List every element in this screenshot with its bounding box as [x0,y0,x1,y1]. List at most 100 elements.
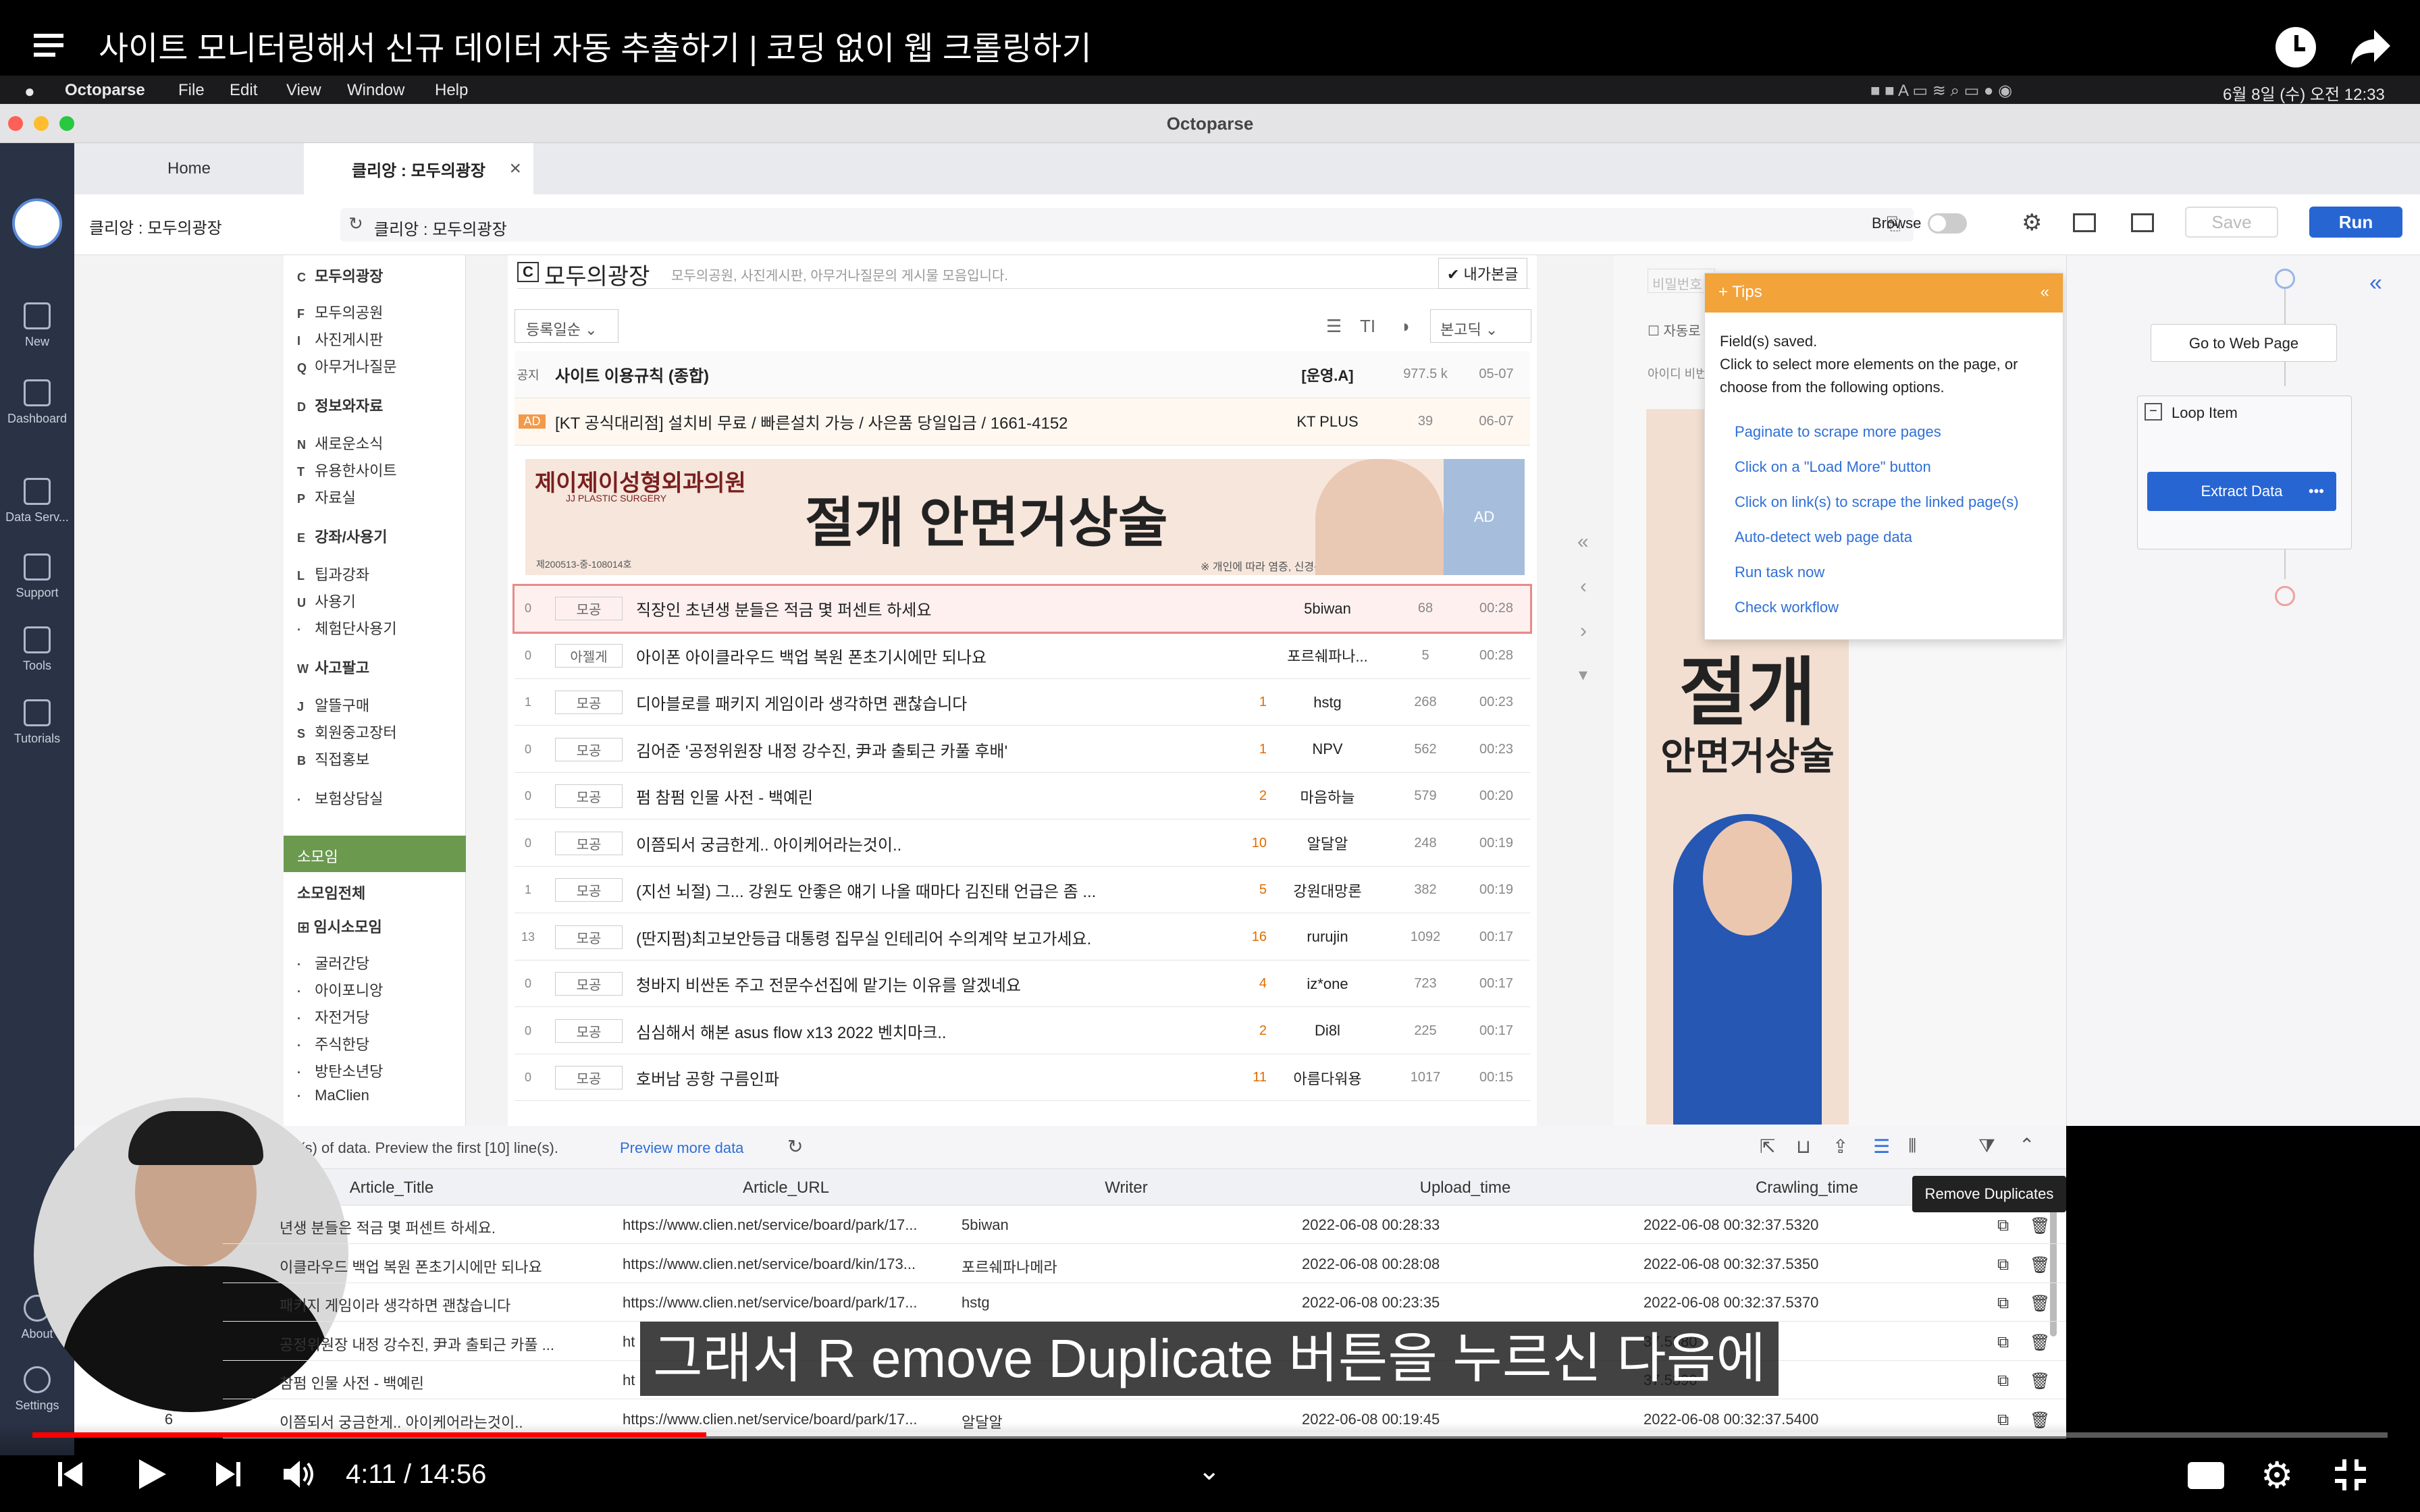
apple-icon[interactable]: ● [24,81,35,102]
menu-window[interactable]: Window [347,81,404,100]
somoim-item[interactable]: · 굴러간당 [297,952,369,973]
ad-title[interactable]: [KT 공식대리점] 설치비 무료 / 빠른설치 가능 / 사은품 당일입금 /… [555,410,1267,433]
site-nav-item[interactable]: C 모두의광장 [297,265,383,286]
minimize-window-button[interactable] [34,116,49,131]
preview-more-link[interactable]: Preview more data [620,1139,743,1157]
tip-auto-detect-link[interactable]: Auto-detect web page data [1735,529,1912,546]
post-row[interactable]: 0 모공 이쯤되서 궁금한게.. 아이케어라는것이.. 10 알달알 248 00:19 [515,821,1530,867]
auto-login-checkbox[interactable]: ☐ 자동로 [1648,320,1701,340]
tip-paginate-link[interactable]: Paginate to scrape more pages [1735,423,1941,441]
site-nav-item[interactable]: U 사용기 [297,590,356,612]
tab-task[interactable]: 클리앙 : 모두의광장 × [304,143,533,194]
delete-row-icon[interactable]: 🗑 [2030,1256,2050,1275]
menu-view[interactable]: View [286,81,321,100]
sidebar-item-support[interactable]: Support [0,554,74,600]
menubar-clock[interactable]: 6월 8일 (수) 오전 12:33 [2223,81,2385,105]
site-nav-item[interactable]: N 새로운소식 [297,432,383,454]
somoim-item[interactable]: · 주식한당 [297,1033,369,1054]
site-nav-item[interactable]: · 체험단사용기 [297,617,397,639]
merge-icon[interactable]: ⊔ [1796,1135,1811,1158]
run-button[interactable]: Run [2309,207,2402,238]
somoim-header[interactable]: 소모임 [284,836,466,872]
site-nav-item[interactable]: E 강좌/사용기 [297,525,387,547]
somoim-item[interactable]: · 방탄소년당 [297,1060,383,1081]
ad-banner[interactable]: 제이제이성형외과의원 JJ PLASTIC SURGERY 절개 안면거상술 제… [525,459,1525,575]
post-title[interactable]: 이쯤되서 궁금한게.. 아이케어라는것이.. [636,832,1246,855]
row-view-icon[interactable]: ☰ [1873,1135,1890,1158]
site-nav-item[interactable]: P 자료실 [297,486,356,508]
post-title[interactable]: 디아블로를 패키지 게임이라 생각하면 괜찮습니다 [636,691,1254,714]
post-row[interactable]: 13 모공 (딴지펌)최고보안등급 대통령 집무실 인테리어 수의계약 보고가세요.… [515,915,1530,961]
find-id-link[interactable]: 아이디 비번 [1648,364,1707,382]
close-tab-icon[interactable]: × [509,157,521,180]
exit-fullscreen-icon[interactable] [2334,1458,2367,1492]
close-window-button[interactable] [8,116,23,131]
post-row[interactable]: 1 모공 (지선 뇌절) 그... 강원도 안좋은 얘기 나올 때마다 김진태 언급… [515,867,1530,913]
tip-check-workflow-link[interactable]: Check workflow [1735,599,1839,616]
tip-click-links-link[interactable]: Click on link(s) to scrape the linked pa… [1735,493,2019,511]
post-row[interactable]: 0 모공 호버남 공항 구름인파 11 아름다워용 1017 00:15 [515,1055,1530,1101]
font-select[interactable]: 본고딕 ⌄ [1430,309,1531,343]
site-nav-item[interactable]: I 사진게시판 [297,328,383,350]
panel-right-icon[interactable] [2131,213,2154,232]
dropdown-icon[interactable]: ▾ [1579,664,1587,685]
next-video-icon[interactable] [213,1459,243,1489]
sidebar-item-tools[interactable]: Tools [0,626,74,673]
site-nav-item[interactable]: Q 아무거나질문 [297,355,397,377]
post-title[interactable]: 김어준 '공정위원장 내정 강수진, 尹과 출퇴근 카풀 후배' [636,738,1254,761]
collapse-left-icon[interactable]: « [1577,531,1589,554]
column-header[interactable]: Writer [957,1179,1295,1197]
board-title[interactable]: 모두의광장 [544,258,650,291]
upload-icon[interactable]: ⇪ [1833,1135,1848,1158]
collapse-preview-icon[interactable]: ⌃ [2019,1134,2034,1156]
post-title[interactable]: 직장인 초년생 분들은 적금 몇 퍼센트 하세요 [636,597,1261,620]
post-title[interactable]: 호버남 공항 구름인파 [636,1066,1247,1089]
edit-row-icon[interactable]: ⧉ [1997,1333,2009,1352]
somoim-item[interactable]: · 아이포니앙 [297,979,383,1000]
menu-edit[interactable]: Edit [230,81,257,100]
sidebar-item-tutorials[interactable]: Tutorials [0,699,74,746]
list-view-icon[interactable]: ☰ [1326,316,1342,337]
site-nav-item[interactable]: · 보험상담실 [297,787,383,809]
playlist-icon[interactable] [34,34,70,61]
menubar-app-name[interactable]: Octoparse [65,81,145,100]
panel-bottom-icon[interactable] [2073,213,2096,232]
notice-row[interactable]: 공지 사이트 이용규칙 (종합) [운영.A] 977.5 k 05-07 [515,351,1530,398]
somoim-temp[interactable]: ⊞ 임시소모임 [297,915,382,937]
go-to-page-node[interactable]: Go to Web Page [2151,324,2337,362]
site-nav-item[interactable]: J 알뜰구매 [297,694,369,716]
post-row[interactable]: 0 모공 직장인 초년생 분들은 적금 몇 퍼센트 하세요 5biwan 68 00:28 [512,584,1532,634]
browse-toggle[interactable] [1928,213,1967,234]
user-avatar[interactable] [12,198,62,248]
somoim-item[interactable]: · 자전거당 [297,1006,369,1027]
sidebar-item-new[interactable]: New [0,302,74,349]
previous-icon[interactable] [55,1459,85,1489]
column-view-icon[interactable]: ⦀ [1908,1135,1916,1158]
volume-icon[interactable] [282,1458,317,1490]
loop-collapse-icon[interactable]: − [2145,403,2162,421]
delete-row-icon[interactable]: 🗑 [2030,1333,2050,1353]
post-title[interactable]: (딴지펌)최고보안등급 대통령 집무실 인테리어 수의계약 보고가세요. [636,925,1246,949]
edit-row-icon[interactable]: ⧉ [1997,1216,2009,1235]
somoim-all[interactable]: 소모임전체 [297,882,365,903]
chevron-down-icon[interactable]: ⌄ [1198,1455,1221,1486]
post-row[interactable]: 0 모공 청바지 비싼돈 주고 전문수선집에 맡기는 이유를 알겠네요 4 iz*one… [515,961,1530,1007]
sidebar-item-dashboard[interactable]: Dashboard [0,379,74,426]
refresh-icon[interactable]: ↻ [787,1135,803,1158]
menu-help[interactable]: Help [435,81,468,100]
zoom-window-button[interactable] [59,116,74,131]
tip-load-more-link[interactable]: Click on a "Load More" button [1735,458,1931,476]
post-title[interactable]: 아이폰 아이클라우드 백업 복원 폰초기시에만 되나요 [636,644,1261,668]
my-posts-button[interactable]: ✔ 내가본글 [1438,258,1527,289]
column-header[interactable]: Article_URL [617,1179,955,1197]
notice-title[interactable]: 사이트 이용규칙 (종합) [555,362,1267,386]
site-nav-item[interactable]: W 사고팔고 [297,656,369,678]
preview-row[interactable]: 이클라우드 백업 복원 폰초기시에만 되나요 https://www.clien.… [223,1245,2066,1283]
delete-row-icon[interactable]: 🗑 [2030,1372,2050,1391]
play-icon[interactable] [135,1457,169,1492]
site-nav-item[interactable]: B 직접홍보 [297,748,369,770]
settings-gear-icon[interactable]: ⚙ [2261,1454,2293,1496]
extract-data-more-icon[interactable]: ••• [2309,472,2324,511]
collapse-tips-icon[interactable]: « [2041,283,2049,302]
next-icon[interactable]: › [1580,620,1587,643]
